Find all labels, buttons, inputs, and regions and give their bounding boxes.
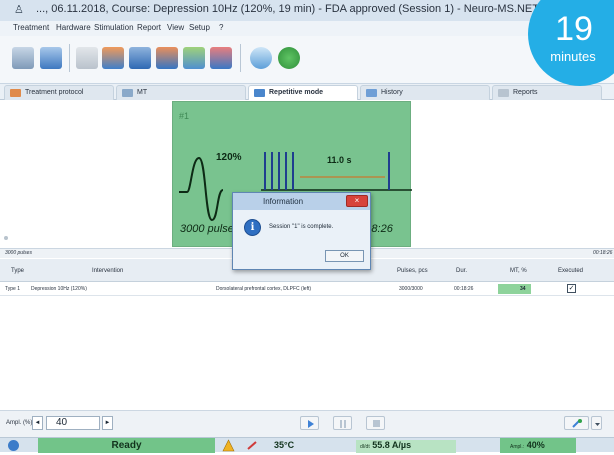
stop-button[interactable] <box>366 416 385 430</box>
menu-setup[interactable]: Setup <box>189 23 210 32</box>
table-row[interactable]: Type 1 Depression 10Hz (120%) Dorsolater… <box>0 282 614 296</box>
settings-button[interactable] <box>564 416 589 430</box>
patient-icon[interactable] <box>12 47 34 69</box>
menu-bar: Treatment Hardware Stimulation Report Vi… <box>0 21 614 36</box>
total-pulses: 3000 pulses <box>5 250 32 256</box>
column-duration[interactable]: Dur. <box>456 268 467 274</box>
coil-temperature: 35°C <box>274 440 295 450</box>
amplitude-label: Ampl. (%): <box>6 420 35 426</box>
tab-bar: Treatment protocol MT Repetitive mode Hi… <box>0 84 614 100</box>
ok-button[interactable]: OK <box>325 250 364 262</box>
settings-dropdown[interactable] <box>591 416 602 430</box>
amplitude-input[interactable]: 40 <box>46 416 100 430</box>
menu-help[interactable]: ? <box>219 23 223 32</box>
status-ready: Ready <box>38 438 215 453</box>
tab-reports[interactable]: Reports <box>492 85 602 100</box>
cell-type: Type 1 <box>5 286 21 292</box>
menu-report[interactable]: Report <box>137 23 161 32</box>
status-amplitude: Ampl.: 40% <box>500 438 576 453</box>
information-dialog: Information × i Session "1" is complete.… <box>232 192 371 270</box>
cell-mt: 34 <box>520 286 526 292</box>
tab-label: History <box>381 89 403 96</box>
title-bar: ♙ ..., 06.11.2018, Course: Depression 10… <box>0 0 614 21</box>
cell-target: Dorsolateral prefrontal cortex, DLPFC (l… <box>216 286 312 292</box>
menu-hardware[interactable]: Hardware <box>56 23 91 32</box>
inter-train-duration: 11.0 s <box>327 155 352 165</box>
rate-value: 55.8 A/µs <box>372 440 412 450</box>
toolbar-separator <box>69 44 70 72</box>
increase-amplitude-button[interactable]: ► <box>102 416 113 430</box>
protocol-icon[interactable] <box>156 47 178 69</box>
badge-number: 19 <box>555 10 593 48</box>
treatment-protocol-icon <box>10 89 21 97</box>
tab-label: Treatment protocol <box>25 89 84 96</box>
f3-icon[interactable] <box>278 47 300 69</box>
badge-unit: minutes <box>550 49 596 64</box>
stimulation-icon[interactable] <box>129 47 151 69</box>
rate-prefix: dI/dt <box>360 444 370 450</box>
tab-treatment-protocol[interactable]: Treatment protocol <box>4 85 114 100</box>
cell-intervention: Depression 10Hz (120%) <box>31 286 87 292</box>
warning-icon <box>222 439 235 452</box>
ampl-prefix: Ampl.: <box>510 444 525 450</box>
play-icon <box>308 420 314 428</box>
stop-icon <box>373 420 380 427</box>
info-icon: i <box>244 219 261 236</box>
pause-icon <box>340 420 346 428</box>
tools-icon <box>572 419 582 428</box>
report-icon[interactable] <box>210 47 232 69</box>
mt-icon <box>122 89 133 97</box>
column-intervention[interactable]: Intervention <box>92 268 123 274</box>
column-type[interactable]: Type <box>11 268 24 274</box>
menu-stimulation[interactable]: Stimulation <box>94 23 134 32</box>
table-empty-area <box>0 297 614 409</box>
chart-icon[interactable] <box>183 47 205 69</box>
history-icon <box>366 89 377 97</box>
menu-treatment[interactable]: Treatment <box>13 23 49 32</box>
ampl-value: 40% <box>526 440 545 450</box>
hardware-icon[interactable] <box>76 47 98 69</box>
stimulation-number: #1 <box>179 111 190 121</box>
executed-checkbox[interactable]: ✓ <box>567 284 576 293</box>
scroll-indicator <box>4 236 8 240</box>
coil-icon[interactable] <box>102 47 124 69</box>
mt-cell-background <box>498 284 531 294</box>
coil-status-icon <box>247 441 257 450</box>
status-bar: Ready 35°C dI/dt 55.8 A/µs Ampl.: 40% <box>0 437 614 453</box>
play-button[interactable] <box>300 416 319 430</box>
app-icon: ♙ <box>14 4 24 16</box>
close-icon[interactable]: × <box>346 195 368 207</box>
dialog-message: Session "1" is complete. <box>269 224 334 230</box>
tab-mt[interactable]: MT <box>116 85 246 100</box>
pause-button[interactable] <box>333 416 352 430</box>
repetitive-mode-icon <box>254 89 265 97</box>
tab-history[interactable]: History <box>360 85 490 100</box>
pulse-count: 3000 pulse <box>180 223 234 235</box>
column-mt[interactable]: MT, % <box>510 268 527 274</box>
intensity-percent: 120% <box>216 152 242 163</box>
tab-repetitive-mode[interactable]: Repetitive mode <box>248 85 358 100</box>
document-icon[interactable] <box>40 47 62 69</box>
window-title: ..., 06.11.2018, Course: Depression 10Hz… <box>36 3 539 15</box>
control-bar: Ampl. (%): ◄ 40 ► <box>0 410 614 437</box>
column-executed[interactable]: Executed <box>558 268 583 274</box>
elapsed-time: 00:18:26 <box>593 250 613 256</box>
status-info-icon <box>8 440 19 451</box>
reports-icon <box>498 89 509 97</box>
connect-icon[interactable] <box>250 47 272 69</box>
tab-label: Reports <box>513 89 538 96</box>
tab-label: Repetitive mode <box>269 89 324 96</box>
current-rate: dI/dt 55.8 A/µs <box>356 440 456 453</box>
cell-duration: 00:18:26 <box>454 286 474 292</box>
cell-pulses: 3000/3000 <box>399 286 423 292</box>
toolbar <box>0 36 614 84</box>
menu-view[interactable]: View <box>167 23 184 32</box>
decrease-amplitude-button[interactable]: ◄ <box>32 416 43 430</box>
toolbar-separator <box>240 44 241 72</box>
column-pulses[interactable]: Pulses, pcs <box>397 268 428 274</box>
chevron-down-icon <box>595 423 600 426</box>
tab-label: MT <box>137 89 148 96</box>
